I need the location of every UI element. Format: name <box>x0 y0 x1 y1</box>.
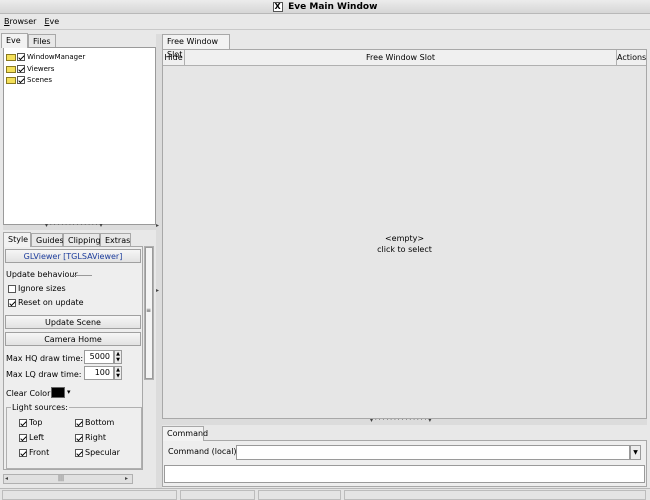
reset-on-update-label: Reset on update <box>18 298 84 307</box>
tree-item-label: Scenes <box>27 76 52 84</box>
status-cell <box>180 490 255 500</box>
window-title: Eve Main Window <box>288 2 378 12</box>
x11-logo-icon: X <box>272 2 283 12</box>
actions-button[interactable]: Actions <box>617 50 646 66</box>
light-left-row[interactable]: Left <box>19 432 44 444</box>
command-local-label: Command (local): <box>168 447 240 456</box>
menu-bar: Browser Eve <box>0 14 650 30</box>
left-horizontal-splitter[interactable]: ▾ · · · · · · · · · · · · · ▾ <box>3 222 156 230</box>
max-lq-label: Max LQ draw time: <box>6 370 82 379</box>
ignore-sizes-row[interactable]: Ignore sizes <box>8 283 66 295</box>
clear-color-label: Clear Color <box>6 389 51 398</box>
splitter-arrow-icon: ▸ <box>156 287 160 294</box>
tab-free-window-slot[interactable]: Free Window Slot <box>162 34 230 59</box>
ignore-sizes-checkbox[interactable] <box>8 284 16 293</box>
light-front-label: Front <box>29 448 50 457</box>
style-panel-vertical-scrollbar[interactable]: ≡ <box>144 246 154 380</box>
light-left-label: Left <box>29 433 45 442</box>
light-front-checkbox[interactable] <box>19 448 27 457</box>
splitter-arrow-icon: ▸ <box>156 222 160 229</box>
viewer-style-panel: GLViewer [TGLSAViewer] Update behaviour … <box>3 246 143 470</box>
light-top-row[interactable]: Top <box>19 417 43 429</box>
tab-files[interactable]: Files <box>28 34 56 48</box>
style-panel-horizontal-scrollbar[interactable]: ◂ ||| ▸ <box>3 474 133 484</box>
reset-on-update-checkbox[interactable] <box>8 298 16 307</box>
light-top-label: Top <box>29 418 43 427</box>
status-cell <box>344 490 646 500</box>
tree-item-label: Viewers <box>27 65 55 73</box>
status-bar <box>0 488 650 500</box>
tree-checkbox[interactable] <box>17 53 25 61</box>
empty-placeholder[interactable]: <empty> <box>163 233 646 244</box>
tab-extras[interactable]: Extras <box>100 233 131 247</box>
command-history-dropdown-icon[interactable]: ▼ <box>630 445 641 460</box>
click-to-select-hint[interactable]: click to select <box>163 244 646 255</box>
light-specular-label: Specular <box>85 448 120 457</box>
slot-title: Free Window Slot <box>185 50 617 66</box>
light-bottom-label: Bottom <box>85 418 115 427</box>
max-hq-spinner[interactable]: ▲ ▼ <box>114 350 122 364</box>
right-horizontal-splitter[interactable]: ▾ · · · · · · · · · · · · · · ▾ <box>162 417 647 425</box>
folder-icon <box>6 65 16 73</box>
menu-eve[interactable]: Eve <box>40 14 63 30</box>
command-pane: Command (local): ▼ <box>162 440 647 487</box>
group-separator <box>72 275 92 276</box>
status-cell <box>258 490 341 500</box>
scroll-left-icon[interactable]: ◂ <box>5 475 8 482</box>
light-sources-group: Light sources: Top Bottom Left Right Fro… <box>6 402 142 469</box>
light-right-checkbox[interactable] <box>75 433 83 442</box>
tab-command[interactable]: Command <box>162 426 208 441</box>
light-right-label: Right <box>85 433 107 442</box>
ignore-sizes-label: Ignore sizes <box>18 284 66 293</box>
command-output-field[interactable] <box>164 465 645 483</box>
update-scene-button[interactable]: Update Scene <box>5 315 141 329</box>
light-bottom-checkbox[interactable] <box>75 418 83 427</box>
title-bar[interactable]: X Eve Main Window <box>0 0 650 14</box>
tree-item-label: WindowManager <box>27 53 86 61</box>
light-sources-label: Light sources: <box>11 402 69 414</box>
tree-checkbox[interactable] <box>17 76 25 84</box>
status-cell <box>2 490 177 500</box>
splitter-grip-icon: ▾ · · · · · · · · · · · · · ▾ <box>45 222 103 229</box>
color-dropdown-icon[interactable]: ▾ <box>67 388 71 396</box>
tab-eve[interactable]: Eve <box>1 33 28 48</box>
free-window-slot-pane[interactable]: Hide Free Window Slot Actions <empty> cl… <box>162 49 647 419</box>
scroll-grip-icon: ≡ <box>146 307 152 314</box>
max-lq-input[interactable]: 100 <box>84 366 114 380</box>
light-specular-checkbox[interactable] <box>75 448 83 457</box>
menu-browser[interactable]: Browser <box>0 14 40 30</box>
max-lq-spinner[interactable]: ▲ ▼ <box>114 366 122 380</box>
camera-home-button[interactable]: Camera Home <box>5 332 141 346</box>
max-hq-input[interactable]: 5000 <box>84 350 114 364</box>
light-left-checkbox[interactable] <box>19 433 27 442</box>
splitter-grip-icon: ▾ · · · · · · · · · · · · · · ▾ <box>370 417 432 424</box>
tree-item-windowmanager[interactable]: WindowManager <box>6 52 85 63</box>
update-behaviour-label: Update behaviour <box>6 270 78 279</box>
scroll-right-icon[interactable]: ▸ <box>125 475 128 482</box>
tree-item-viewers[interactable]: Viewers <box>6 64 54 75</box>
tab-guides[interactable]: Guides <box>31 233 64 247</box>
reset-on-update-row[interactable]: Reset on update <box>8 297 84 309</box>
max-hq-label: Max HQ draw time: <box>6 354 84 363</box>
folder-icon <box>6 53 16 61</box>
light-right-row[interactable]: Right <box>75 432 106 444</box>
eve-browser-tree[interactable]: WindowManager Viewers Scenes <box>3 47 156 225</box>
scroll-grip-icon: ||| <box>58 475 65 482</box>
light-specular-row[interactable]: Specular <box>75 447 120 459</box>
command-input[interactable] <box>236 445 630 460</box>
clear-color-swatch[interactable] <box>51 387 65 398</box>
viewer-name-button[interactable]: GLViewer [TGLSAViewer] <box>5 249 141 263</box>
tree-item-scenes[interactable]: Scenes <box>6 75 52 86</box>
light-top-checkbox[interactable] <box>19 418 27 427</box>
light-front-row[interactable]: Front <box>19 447 49 459</box>
folder-icon <box>6 76 16 84</box>
light-bottom-row[interactable]: Bottom <box>75 417 114 429</box>
tab-clipping[interactable]: Clipping <box>63 233 101 247</box>
tab-style[interactable]: Style <box>3 232 31 247</box>
tree-checkbox[interactable] <box>17 65 25 73</box>
